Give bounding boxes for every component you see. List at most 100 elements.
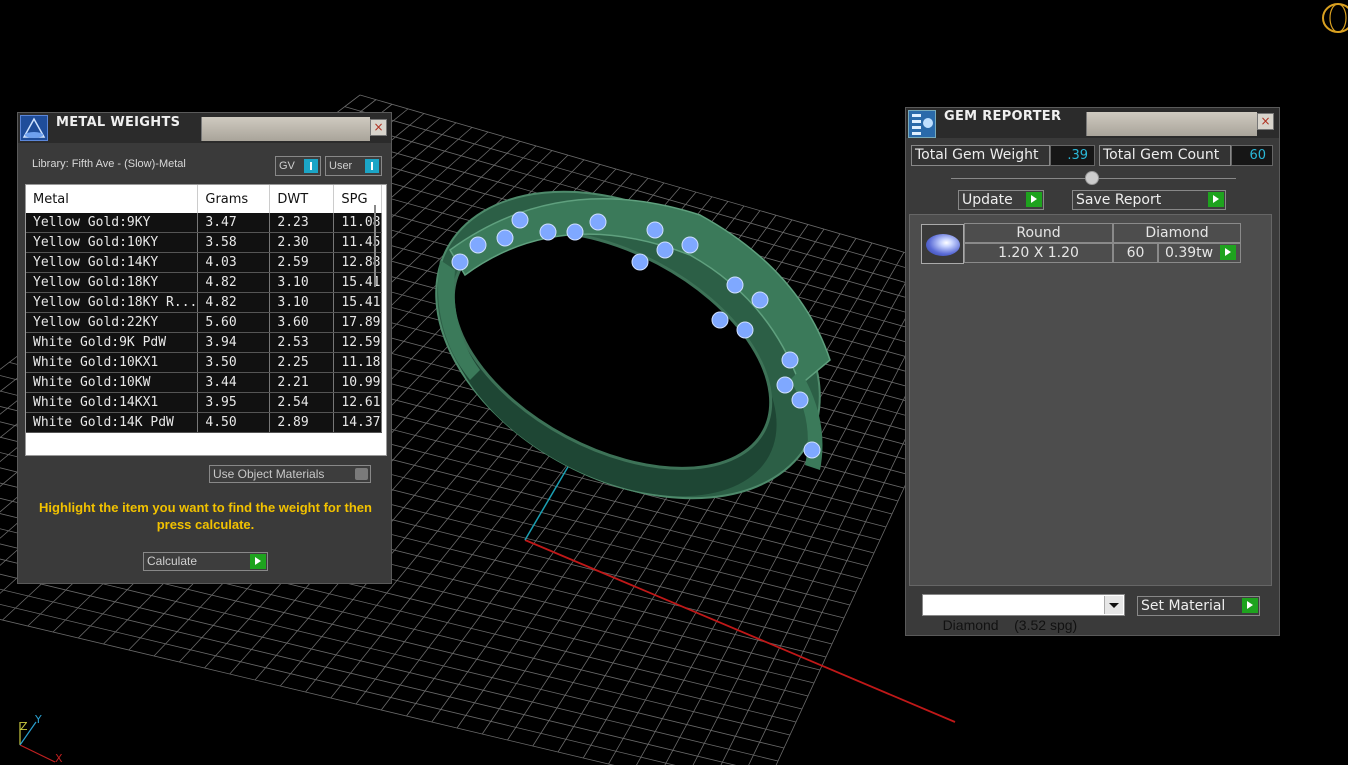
- gem-reporter-titlebar[interactable]: GEM REPORTER ×: [906, 108, 1279, 138]
- table-row[interactable]: White Gold:10KW 3.44 2.21 10.99: [26, 372, 382, 393]
- user-toggle[interactable]: User: [325, 156, 382, 176]
- table-cell: 15.41: [333, 292, 382, 313]
- table-cell: Yellow Gold:18KY R...: [26, 292, 199, 313]
- table-cell: Yellow Gold:10KY: [26, 232, 199, 253]
- metal-table-header: Metal Grams DWT SPG: [26, 185, 382, 213]
- gem-row-select-arrow-icon[interactable]: [1220, 245, 1236, 260]
- update-label: Update: [962, 192, 1013, 208]
- table-row[interactable]: White Gold:9K PdW 3.94 2.53 12.59: [26, 332, 382, 353]
- table-cell: 2.54: [269, 392, 335, 413]
- column-header[interactable]: Grams: [197, 185, 271, 213]
- metal-table-container[interactable]: Metal Grams DWT SPG Yellow Gold:9KY 3.47 2…: [25, 184, 387, 456]
- metal-weights-close-button[interactable]: ×: [370, 119, 387, 136]
- total-gem-count-value: 60: [1231, 145, 1273, 166]
- metal-table: Metal Grams DWT SPG Yellow Gold:9KY 3.47 2…: [26, 185, 382, 433]
- table-cell: Yellow Gold:22KY: [26, 312, 199, 333]
- table-cell: 3.58: [197, 232, 271, 253]
- gem-reporter-close-button[interactable]: ×: [1257, 113, 1274, 130]
- column-header[interactable]: Metal: [26, 185, 199, 213]
- table-row[interactable]: Yellow Gold:18KY R... 4.82 3.10 15.41: [26, 292, 382, 313]
- table-cell: 17.89: [333, 312, 382, 333]
- titlebar-tab: [201, 117, 370, 141]
- material-select[interactable]: Diamond (3.52 spg): [922, 594, 1125, 633]
- play-arrow-icon: [1242, 598, 1258, 613]
- gv-toggle[interactable]: GV: [275, 156, 321, 176]
- metal-weights-app-icon: [20, 115, 48, 141]
- table-cell: 2.59: [269, 252, 335, 273]
- gem-list-area[interactable]: Round Diamond 1.20 X 1.20 60 0.39tw: [909, 214, 1272, 586]
- table-cell: Yellow Gold:14KY: [26, 252, 199, 273]
- gem-size: 1.20 X 1.20: [964, 243, 1113, 263]
- ring-model[interactable]: [384, 130, 873, 561]
- use-object-materials-toggle[interactable]: Use Object Materials: [209, 465, 371, 483]
- use-object-materials-label: Use Object Materials: [213, 467, 325, 481]
- table-cell: 14.37: [333, 412, 382, 433]
- table-row[interactable]: White Gold:10KX1 3.50 2.25 11.18: [26, 352, 382, 373]
- play-arrow-icon: [1026, 192, 1042, 207]
- table-cell: 2.89: [269, 412, 335, 433]
- table-row[interactable]: Yellow Gold:9KY 3.47 2.23 11.08: [26, 213, 382, 233]
- x-axis-line: [524, 539, 956, 723]
- table-row[interactable]: White Gold:14K PdW 4.50 2.89 14.37: [26, 412, 382, 433]
- table-cell: 3.10: [269, 272, 335, 293]
- titlebar-tab: [1086, 112, 1257, 136]
- table-cell: White Gold:14K PdW: [26, 412, 199, 433]
- gem-reporter-panel: GEM REPORTER × Total Gem Weight .39 Tota…: [905, 107, 1280, 636]
- table-cell: 4.03: [197, 252, 271, 273]
- table-cell: White Gold:10KW: [26, 372, 199, 393]
- axis-x-label: X: [55, 752, 63, 765]
- table-row[interactable]: Yellow Gold:18KY 4.82 3.10 15.41: [26, 272, 382, 293]
- gem-thumbnail[interactable]: [921, 224, 964, 264]
- table-cell: 2.25: [269, 352, 335, 373]
- gem-material: Diamond: [1113, 223, 1241, 243]
- table-cell: 3.10: [269, 292, 335, 313]
- table-cell: White Gold:9K PdW: [26, 332, 199, 353]
- save-report-button[interactable]: Save Report: [1072, 190, 1226, 210]
- total-gem-weight-label: Total Gem Weight: [911, 145, 1050, 166]
- table-cell: 2.21: [269, 372, 335, 393]
- chevron-down-icon[interactable]: [1104, 596, 1123, 614]
- instruction-text: Highlight the item you want to find the …: [39, 500, 372, 532]
- gem-shape: Round: [964, 223, 1113, 243]
- gv-toggle-label: GV: [279, 160, 295, 172]
- toggle-knob-icon: [365, 159, 379, 173]
- table-row[interactable]: White Gold:14KX1 3.95 2.54 12.61: [26, 392, 382, 413]
- metal-weights-title: METAL WEIGHTS: [56, 115, 181, 130]
- metal-weights-panel: METAL WEIGHTS × Library: Fifth Ave - (Sl…: [17, 112, 392, 584]
- table-cell: 3.60: [269, 312, 335, 333]
- total-gem-weight-value: .39: [1050, 145, 1095, 166]
- toggle-knob-icon: [304, 159, 318, 173]
- calculate-label: Calculate: [147, 554, 198, 568]
- table-cell: 10.99: [333, 372, 382, 393]
- table-cell: 2.53: [269, 332, 335, 353]
- round-diamond-icon: [926, 234, 960, 256]
- set-material-button[interactable]: Set Material: [1137, 596, 1260, 616]
- table-cell: 3.95: [197, 392, 271, 413]
- view-cube-icon[interactable]: [1322, 3, 1348, 33]
- table-cell: 3.44: [197, 372, 271, 393]
- table-row[interactable]: Yellow Gold:10KY 3.58 2.30 11.45: [26, 232, 382, 253]
- gem-count: 60: [1113, 243, 1158, 263]
- update-button[interactable]: Update: [958, 190, 1044, 210]
- vertical-scrollbar[interactable]: [374, 205, 376, 287]
- toggle-indicator-icon: [355, 468, 368, 480]
- metal-weights-titlebar[interactable]: METAL WEIGHTS ×: [18, 113, 391, 143]
- table-cell: 4.50: [197, 412, 271, 433]
- table-cell: 2.23: [269, 213, 335, 233]
- table-cell: 12.59: [333, 332, 382, 353]
- axis-y-label: Y: [35, 713, 42, 726]
- splitter-handle[interactable]: [1085, 171, 1099, 185]
- table-cell: 5.60: [197, 312, 271, 333]
- table-row[interactable]: Yellow Gold:14KY 4.03 2.59 12.88: [26, 252, 382, 273]
- set-material-label: Set Material: [1141, 598, 1226, 614]
- total-gem-count-label: Total Gem Count: [1099, 145, 1231, 166]
- library-label: Library: Fifth Ave - (Slow)-Metal: [32, 158, 186, 170]
- column-header[interactable]: DWT: [269, 185, 335, 213]
- material-select-value: Diamond (3.52 spg): [942, 617, 1078, 633]
- calculate-button[interactable]: Calculate: [143, 552, 268, 571]
- gem-reporter-title: GEM REPORTER: [944, 109, 1062, 124]
- table-cell: Yellow Gold:18KY: [26, 272, 199, 293]
- table-cell: 11.18: [333, 352, 382, 373]
- table-row[interactable]: Yellow Gold:22KY 5.60 3.60 17.89: [26, 312, 382, 333]
- table-cell: 3.94: [197, 332, 271, 353]
